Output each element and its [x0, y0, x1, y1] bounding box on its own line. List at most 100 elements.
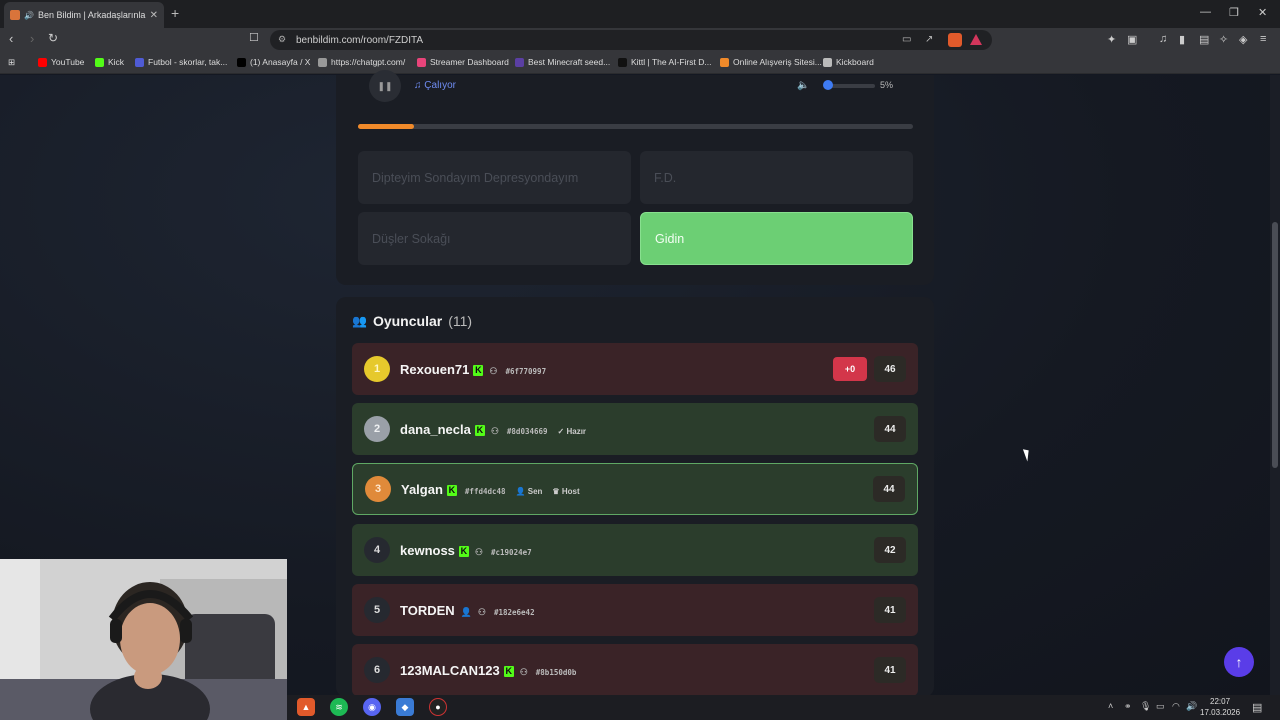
obs-taskbar-icon[interactable]: ● — [429, 698, 447, 716]
extensions-icon[interactable]: ✦ — [1107, 33, 1116, 46]
user-icon: 👤 — [515, 486, 528, 496]
spotify-taskbar-icon[interactable]: ≋ — [330, 698, 348, 716]
leo-ai-icon[interactable]: ✧ — [1219, 33, 1228, 46]
bookmark-item[interactable]: Futbol - skorlar, tak... — [135, 57, 227, 67]
bookmark-item[interactable]: (1) Anasayfa / X — [237, 57, 310, 67]
bookmark-favicon-icon — [515, 57, 524, 67]
new-tab-icon[interactable]: + — [171, 5, 179, 21]
bookmark-item[interactable]: Kittl | The AI-First D... — [618, 57, 711, 67]
bookmark-favicon-icon — [823, 57, 832, 67]
player-score: 41 — [874, 657, 906, 683]
webcam-overlay — [0, 559, 287, 720]
bookmark-item[interactable]: Best Minecraft seed... — [515, 57, 610, 67]
player-rank: 4 — [364, 537, 390, 563]
bookmark-icon[interactable]: ☐ — [249, 31, 259, 44]
player-tag: 👤 Sen — [516, 487, 543, 496]
streamer-webcam-image — [0, 559, 287, 720]
close-tab-icon[interactable]: ✕ — [150, 10, 158, 21]
tray-mic-icon[interactable]: 🎙 — [1140, 701, 1151, 712]
add-friend-icon[interactable]: ⚇ — [475, 547, 483, 557]
kick-logo-icon: K — [503, 665, 514, 677]
brave-rewards-icon[interactable] — [970, 34, 982, 45]
back-icon[interactable]: ‹ — [9, 31, 13, 46]
player-info: kewnoss K ⚇ #c19024e7 — [400, 543, 532, 558]
option-button[interactable]: Düşler Sokağı — [358, 212, 631, 265]
close-window-icon[interactable]: ✕ — [1258, 6, 1267, 19]
brave-taskbar-icon[interactable]: ▲ — [297, 698, 315, 716]
sidebar-icon[interactable]: ▮ — [1179, 33, 1185, 46]
add-friend-icon[interactable]: ⚇ — [520, 667, 528, 677]
wallet2-icon[interactable]: ▤ — [1199, 33, 1209, 46]
wallet-icon[interactable]: ▣ — [1127, 33, 1137, 46]
add-friend-icon[interactable]: ⚇ — [489, 366, 497, 376]
music-icon[interactable]: ♫ — [1159, 33, 1167, 45]
bookmark-item[interactable]: Online Alışveriş Sitesi... — [720, 57, 822, 67]
player-row: 3 Yalgan K #ffd4dc48 👤 Sen ♛ Host 44 — [352, 463, 918, 515]
bookmark-favicon-icon — [237, 57, 246, 67]
bookmark-item[interactable]: YouTube — [38, 57, 84, 67]
users-icon: 👥 — [352, 314, 367, 328]
kick-logo-icon: K — [473, 364, 484, 376]
share-icon[interactable]: ↗ — [925, 34, 933, 45]
vpn-icon[interactable]: ◈ — [1239, 33, 1247, 46]
player-rank: 5 — [364, 597, 390, 623]
player-tag-label: Host — [561, 486, 580, 496]
app-taskbar-icon[interactable]: ◆ — [396, 698, 414, 716]
add-friend-icon[interactable]: ⚇ — [478, 607, 486, 617]
bookmark-label: Kickboard — [836, 57, 874, 67]
player-rank: 2 — [364, 416, 390, 442]
player-name: 123MALCAN123 — [400, 662, 500, 678]
bookmark-label: https://chatgpt.com/ — [331, 57, 406, 67]
player-id: #ffd4dc48 — [464, 486, 506, 496]
add-friend-icon[interactable]: ⚇ — [491, 426, 499, 436]
notifications-icon[interactable]: ▤ — [1252, 701, 1262, 714]
players-heading: 👥 Oyuncular (11) — [352, 313, 472, 329]
score-delta-badge: +0 — [833, 357, 867, 381]
bookmark-label: Kick — [108, 57, 125, 67]
bookmark-item[interactable]: https://chatgpt.com/ — [318, 57, 405, 67]
tray-wifi-icon[interactable]: ◠ — [1172, 701, 1180, 712]
bookmark-item[interactable]: Kick — [95, 57, 124, 67]
tray-volume-icon[interactable]: 🔊 — [1186, 701, 1197, 712]
menu-icon[interactable]: ≡ — [1260, 33, 1266, 45]
bookmark-favicon-icon — [618, 57, 627, 67]
option-button[interactable]: Dipteyim Sondayım Depresyondayım — [358, 151, 631, 204]
scrollbar-thumb[interactable] — [1272, 222, 1278, 468]
cast-icon[interactable]: ▭ — [902, 34, 911, 45]
volume-slider-thumb[interactable] — [823, 80, 833, 90]
taskbar-clock[interactable]: 22:07 17.03.2026 — [1200, 696, 1240, 718]
url-text: benbildim.com/room/FZDITA — [296, 34, 424, 46]
brave-shields-icon[interactable] — [948, 33, 962, 47]
discord-taskbar-icon[interactable]: ◉ — [363, 698, 381, 716]
site-settings-icon[interactable]: ⚙ — [278, 34, 286, 45]
forward-icon[interactable]: › — [30, 31, 34, 46]
player-name: kewnoss — [400, 542, 455, 558]
option-label: Düşler Sokağı — [372, 231, 451, 246]
crown-icon: ♛ — [552, 486, 562, 496]
tray-display-icon[interactable]: ▭ — [1156, 701, 1165, 712]
option-button-correct[interactable]: Gidin — [640, 212, 913, 265]
scroll-to-top-button[interactable]: ↑ — [1224, 647, 1254, 677]
address-bar[interactable]: ⚙ benbildim.com/room/FZDITA — [270, 30, 992, 50]
volume-icon[interactable]: 🔈 — [797, 80, 809, 91]
player-name: Rexouen71 — [400, 361, 470, 377]
kick-logo-icon: K — [446, 484, 457, 496]
bookmark-item[interactable]: Streamer Dashboard — [417, 57, 509, 67]
browser-tab[interactable]: 🔊 Ben Bildim | Arkadaşlarınla Oy ✕ — [4, 2, 164, 28]
pause-button[interactable]: ❚❚ — [369, 70, 401, 102]
player-id: #8b150d0b — [535, 667, 577, 677]
restore-icon[interactable]: ❐ — [1229, 6, 1239, 19]
player-info: dana_necla K ⚇ #8d034669 ✓ Hazır — [400, 422, 586, 437]
speaker-icon[interactable]: 🔊 — [24, 11, 34, 20]
playing-label: Çalıyor — [424, 80, 456, 91]
tray-network-icon[interactable]: ⚭ — [1124, 701, 1132, 712]
player-tag-label: Sen — [527, 486, 543, 496]
option-button[interactable]: F.D. — [640, 151, 913, 204]
tray-chevron-icon[interactable]: ˄ — [1108, 701, 1113, 711]
reload-icon[interactable]: ↻ — [48, 31, 58, 45]
minimize-icon[interactable]: — — [1200, 6, 1211, 18]
player-tag-label: Hazır — [566, 426, 587, 436]
bookmark-item[interactable]: Kickboard — [823, 57, 874, 67]
apps-icon[interactable]: ⊞ — [8, 57, 15, 68]
players-title: Oyuncular — [372, 313, 443, 329]
